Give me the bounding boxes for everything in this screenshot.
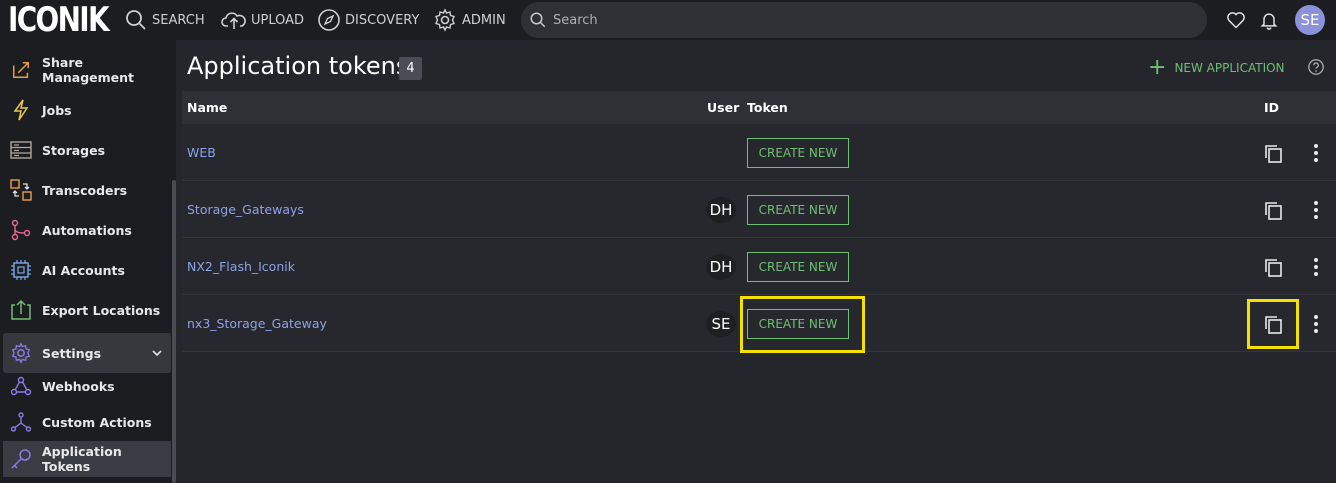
nav-upload-label: UPLOAD bbox=[251, 12, 305, 28]
sidebar-item-export-locations[interactable]: Export Locations bbox=[0, 290, 170, 330]
sidebar-item-settings[interactable]: Settings bbox=[3, 333, 171, 373]
highlight-box-token bbox=[740, 296, 865, 353]
search-input[interactable] bbox=[553, 12, 1153, 28]
sidebar-item-webhooks[interactable]: Webhooks bbox=[0, 368, 170, 404]
heart-icon bbox=[1227, 12, 1245, 29]
application-name-link[interactable]: nx3_Storage_Gateway bbox=[187, 316, 327, 331]
sidebar-item-label: Automations bbox=[42, 222, 132, 238]
top-bar: ICONIK SEARCH UPLOAD DISCOVERY ADMIN SE bbox=[0, 0, 1336, 40]
plus-icon: + bbox=[1148, 55, 1167, 80]
lightning-icon bbox=[10, 99, 32, 121]
more-vertical-icon[interactable] bbox=[1307, 255, 1325, 279]
nav-search[interactable]: SEARCH bbox=[124, 8, 205, 32]
column-header-id: ID bbox=[1264, 100, 1280, 115]
sidebar-item-label: Webhooks bbox=[42, 378, 115, 394]
sidebar-item-application-tokens[interactable]: Application Tokens bbox=[3, 441, 171, 477]
nav-admin[interactable]: ADMIN bbox=[432, 8, 506, 32]
page-title: Application tokens bbox=[187, 52, 409, 80]
copy-icon[interactable] bbox=[1262, 200, 1284, 222]
sidebar-item-label: Export Locations bbox=[42, 302, 161, 318]
column-header-token: Token bbox=[747, 100, 788, 115]
create-token-button[interactable]: CREATE NEW bbox=[747, 252, 849, 282]
share-icon bbox=[10, 59, 32, 81]
cloud-upload-icon bbox=[221, 12, 246, 29]
sidebar-item-label: Storages bbox=[42, 142, 106, 158]
user-avatar: DH bbox=[706, 254, 736, 280]
sidebar-item-label: Share Management bbox=[42, 55, 135, 85]
sidebar-scrollbar[interactable] bbox=[172, 180, 176, 483]
sidebar-item-label: AI Accounts bbox=[42, 262, 125, 278]
sidebar-item-automations[interactable]: Automations bbox=[0, 210, 170, 250]
more-vertical-icon[interactable] bbox=[1307, 141, 1325, 165]
sidebar: Share Management Jobs Storages Transcode… bbox=[0, 40, 176, 483]
automation-icon bbox=[10, 219, 32, 241]
nav-upload[interactable]: UPLOAD bbox=[221, 8, 304, 32]
highlight-box-copy-id bbox=[1247, 299, 1299, 349]
column-header-user: User bbox=[707, 100, 740, 115]
transcoder-icon bbox=[10, 179, 32, 201]
sidebar-item-storages[interactable]: Storages bbox=[0, 130, 170, 170]
user-avatar: SE bbox=[706, 311, 736, 337]
bell-icon bbox=[1260, 13, 1278, 30]
gear-icon bbox=[435, 8, 455, 32]
sidebar-item-label: Application Tokens bbox=[42, 444, 122, 474]
sidebar-item-label: Settings bbox=[42, 345, 102, 361]
new-application-label: NEW APPLICATION bbox=[1174, 61, 1285, 75]
export-icon bbox=[10, 299, 32, 321]
copy-icon[interactable] bbox=[1262, 257, 1284, 279]
new-application-button[interactable]: + NEW APPLICATION bbox=[1148, 55, 1285, 80]
webhook-icon bbox=[10, 375, 32, 397]
sidebar-item-transcoders[interactable]: Transcoders bbox=[0, 170, 170, 210]
help-icon[interactable] bbox=[1307, 58, 1325, 76]
table-header: Name User Token ID bbox=[182, 91, 1336, 124]
table-row: WEB CREATE NEW bbox=[182, 125, 1336, 181]
table-row: NX2_Flash_Iconik DH CREATE NEW bbox=[182, 239, 1336, 295]
notifications-button[interactable] bbox=[1258, 9, 1280, 31]
more-vertical-icon[interactable] bbox=[1307, 198, 1325, 222]
nav-discovery[interactable]: DISCOVERY bbox=[317, 8, 419, 32]
app-logo[interactable]: ICONIK bbox=[8, 0, 110, 40]
user-avatar: DH bbox=[706, 197, 736, 223]
application-name-link[interactable]: Storage_Gateways bbox=[187, 202, 304, 217]
key-icon bbox=[10, 448, 32, 470]
chevron-down-icon[interactable] bbox=[151, 348, 163, 358]
sidebar-item-custom-actions[interactable]: Custom Actions bbox=[0, 404, 170, 440]
sidebar-item-jobs[interactable]: Jobs bbox=[0, 90, 170, 130]
chip-icon bbox=[10, 259, 32, 281]
global-search[interactable] bbox=[521, 2, 1207, 38]
nav-discovery-label: DISCOVERY bbox=[345, 12, 420, 28]
sidebar-item-share-management[interactable]: Share Management bbox=[0, 50, 170, 90]
search-icon bbox=[126, 10, 146, 30]
favorites-button[interactable] bbox=[1225, 9, 1247, 31]
gear-icon bbox=[10, 342, 32, 364]
table-row: Storage_Gateways DH CREATE NEW bbox=[182, 182, 1336, 238]
user-avatar[interactable]: SE bbox=[1295, 5, 1325, 35]
column-header-name[interactable]: Name bbox=[187, 100, 227, 115]
more-vertical-icon[interactable] bbox=[1307, 312, 1325, 336]
nav-search-label: SEARCH bbox=[152, 12, 205, 28]
sidebar-item-label: Custom Actions bbox=[42, 414, 152, 430]
application-name-link[interactable]: WEB bbox=[187, 145, 216, 160]
sidebar-item-label: Transcoders bbox=[42, 182, 128, 198]
sidebar-item-label: Jobs bbox=[42, 102, 72, 118]
count-badge: 4 bbox=[399, 57, 422, 80]
copy-icon[interactable] bbox=[1262, 143, 1284, 165]
create-token-button[interactable]: CREATE NEW bbox=[747, 195, 849, 225]
custom-actions-icon bbox=[10, 411, 32, 433]
nav-admin-label: ADMIN bbox=[462, 12, 506, 28]
application-name-link[interactable]: NX2_Flash_Iconik bbox=[187, 259, 295, 274]
create-token-button[interactable]: CREATE NEW bbox=[747, 138, 849, 168]
sidebar-item-ai-accounts[interactable]: AI Accounts bbox=[0, 250, 170, 290]
search-icon bbox=[530, 12, 546, 28]
compass-icon bbox=[318, 9, 340, 31]
storage-icon bbox=[10, 139, 32, 161]
